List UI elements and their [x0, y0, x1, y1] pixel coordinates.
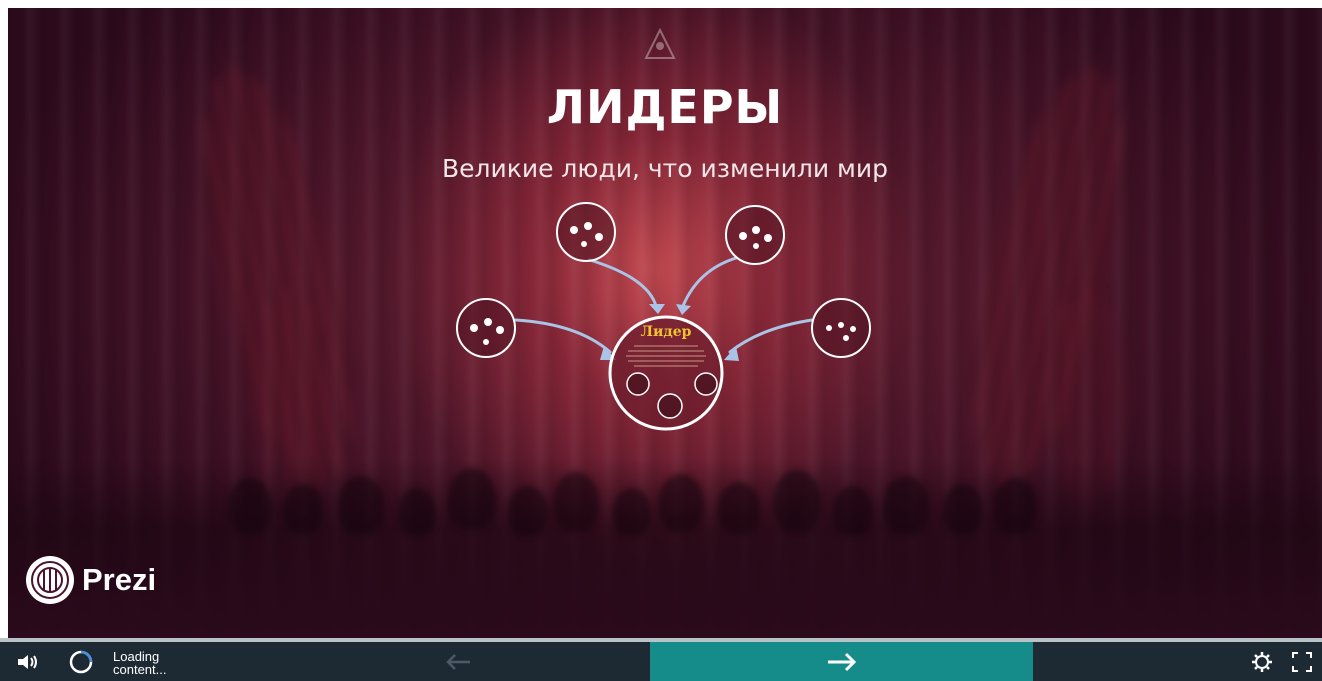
presentation-canvas[interactable]: ЛИДЕРЫ Великие люди, что изменили мир Ли…	[8, 8, 1322, 638]
arrow-left-icon	[446, 653, 470, 670]
fullscreen-button[interactable]	[1285, 642, 1319, 681]
node-left[interactable]	[456, 298, 516, 358]
prezi-logo-icon	[26, 556, 74, 604]
node-top-right[interactable]	[725, 205, 785, 265]
prezi-logo-text: Prezi	[82, 562, 157, 597]
node-top-left[interactable]	[556, 202, 616, 262]
arrow-right-icon	[827, 652, 856, 671]
mind-map: Лидер	[456, 202, 871, 431]
node-right[interactable]	[811, 298, 871, 358]
fullscreen-icon	[1292, 651, 1312, 672]
node-center[interactable]: Лидер	[608, 315, 724, 431]
loading-status: Loading content...	[113, 650, 203, 676]
loading-spinner	[66, 642, 96, 681]
arrow-right	[728, 318, 814, 354]
next-step-button[interactable]	[650, 642, 1033, 681]
prezi-logo: Prezi	[24, 554, 156, 606]
loading-spinner-icon	[69, 650, 93, 673]
center-node-heading: Лидер	[641, 324, 692, 340]
arrow-left	[514, 318, 612, 354]
arrow-top-right	[681, 256, 738, 308]
control-bar: Loading content...	[0, 642, 1322, 681]
settings-button[interactable]	[1245, 642, 1279, 681]
gear-icon	[1252, 651, 1272, 672]
previous-step-button[interactable]	[420, 642, 496, 681]
loading-line-2: content...	[113, 662, 167, 677]
speaker-icon	[18, 654, 37, 669]
volume-button[interactable]	[10, 642, 44, 681]
arrow-top-left	[588, 258, 658, 308]
